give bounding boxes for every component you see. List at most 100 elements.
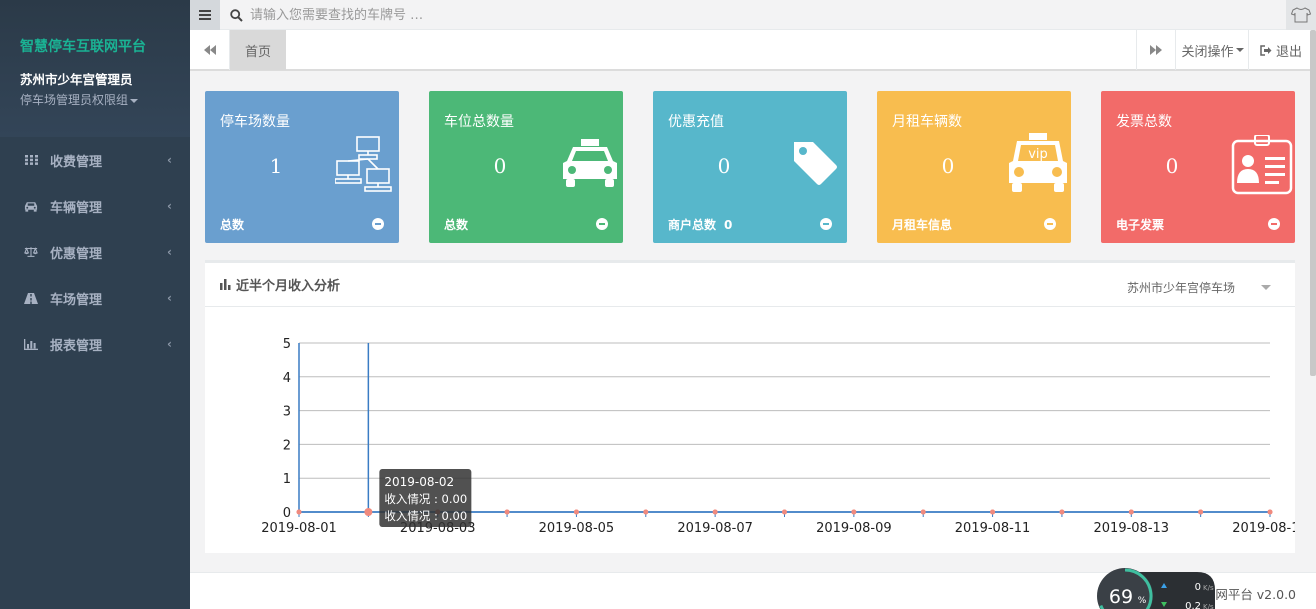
minus-circle-icon[interactable]: [1044, 218, 1056, 230]
card-value: 1: [269, 154, 283, 178]
close-operations-dropdown[interactable]: 关闭操作: [1177, 30, 1249, 70]
panel-header: 近半个月收入分析 苏州市少年宫停车场: [205, 263, 1295, 307]
card-value: 0: [941, 154, 955, 178]
data-point: [782, 509, 787, 515]
sidebar-menu: 收费管理 ‹ 车辆管理 ‹ 优惠管理 ‹ 车场管理 ‹ 报表管理 ‹: [0, 137, 190, 367]
y-tick-label: 5: [283, 337, 291, 352]
x-tick-label: 2019-08-05: [539, 521, 615, 536]
x-tick-label: 2019-08-13: [1094, 521, 1170, 536]
card-footer-label: 总数: [220, 218, 245, 232]
search-icon: [230, 9, 243, 22]
id-card-icon: [1231, 135, 1293, 195]
theme-button[interactable]: [1286, 0, 1316, 30]
taxi-icon: [563, 139, 617, 187]
sidebar-item-label: 车辆管理: [50, 200, 103, 216]
netmon-percent-unit: %: [1138, 596, 1147, 606]
tab-scroll-left-button[interactable]: [190, 30, 230, 70]
card-discount-recharge[interactable]: 优惠充值 0 商户总数 0: [653, 91, 847, 243]
menu-toggle-button[interactable]: [190, 0, 220, 30]
sidebar-item-vehicles[interactable]: 车辆管理 ‹: [0, 183, 190, 229]
logout-button[interactable]: 退出: [1250, 30, 1312, 70]
vip-taxi-icon: vip: [1009, 133, 1067, 192]
data-point: [712, 509, 718, 515]
hamburger-icon: [199, 10, 211, 20]
user-role-label: 停车场管理员权限组: [20, 93, 129, 107]
close-operations-label: 关闭操作: [1181, 44, 1234, 60]
card-invoices[interactable]: 发票总数 0 电子发票: [1101, 91, 1295, 243]
card-footer: 电子发票: [1116, 216, 1164, 233]
card-value: 0: [493, 154, 507, 178]
minus-circle-icon[interactable]: [1268, 218, 1280, 230]
data-point: [851, 509, 857, 515]
netmon-download-unit: K/s: [1203, 603, 1214, 609]
data-point: [920, 509, 926, 515]
card-footer: 月租车信息: [892, 216, 952, 233]
sidebar-item-reports[interactable]: 报表管理 ‹: [0, 321, 190, 367]
card-title: 优惠充值: [668, 114, 724, 130]
card-footer: 总数: [220, 216, 244, 233]
y-tick-label: 4: [283, 371, 291, 386]
chevron-left-icon: ‹: [167, 291, 172, 305]
card-monthly-vehicles[interactable]: 月租车辆数 0 月租车信息 vip: [877, 91, 1071, 243]
minus-circle-icon[interactable]: [596, 218, 608, 230]
card-title: 发票总数: [1116, 114, 1172, 130]
x-tick-label: 2019-08-15: [1232, 521, 1295, 536]
income-line-chart: 0123452019-08-01 2019-08-03 2019-08-05 2019…: [261, 337, 1295, 536]
tag-icon: [794, 142, 837, 185]
chevron-left-icon: ‹: [167, 199, 172, 213]
x-tick-label: 2019-08-07: [677, 521, 753, 536]
income-analysis-panel: 近半个月收入分析 苏州市少年宫停车场 0 1 2 3 4 5 2019-08-01 2019-…: [205, 260, 1295, 553]
user-role-dropdown[interactable]: 停车场管理员权限组: [20, 91, 190, 108]
netmon-download: 0.2: [1185, 601, 1201, 609]
sidebar-item-billing[interactable]: 收费管理 ‹: [0, 137, 190, 183]
brand-title: 智慧停车互联网平台: [20, 39, 146, 55]
tooltip-line: 收入情况 : 0.00: [384, 509, 467, 523]
sign-out-icon: [1260, 44, 1272, 56]
netmon-upload: 0: [1195, 582, 1201, 593]
page-scrollbar[interactable]: [1310, 30, 1316, 376]
sidebar-item-discounts[interactable]: 优惠管理 ‹: [0, 229, 190, 275]
sidebar-item-label: 优惠管理: [50, 246, 103, 262]
card-footer-value: 0: [724, 218, 733, 232]
caret-down-icon: [130, 98, 139, 103]
card-footer-label: 总数: [444, 218, 469, 232]
y-tick-label: 2: [283, 438, 291, 453]
minus-circle-icon[interactable]: [372, 218, 384, 230]
card-parking-spaces[interactable]: 车位总数量 0 总数: [429, 91, 623, 243]
logout-label: 退出: [1275, 44, 1302, 60]
x-tick-label: 2019-08-09: [816, 521, 892, 536]
search-input[interactable]: [250, 4, 850, 26]
data-point: [1267, 509, 1273, 515]
card-parking-lots[interactable]: 停车场数量 1 总数: [205, 91, 399, 243]
data-point: [1059, 509, 1065, 515]
data-point: [990, 509, 996, 515]
tab-scroll-right-button[interactable]: [1136, 30, 1176, 70]
caret-down-icon: [1235, 48, 1244, 52]
chevron-left-icon: ‹: [167, 337, 172, 351]
x-tick-label: 2019-08-01: [261, 521, 337, 536]
tooltip-line: 收入情况 : 0.00: [384, 492, 467, 506]
y-tick-label: 3: [283, 405, 291, 420]
card-footer-label: 电子发票: [1116, 218, 1165, 232]
chevron-left-icon: ‹: [167, 153, 172, 167]
sidebar-profile: 智慧停车互联网平台 苏州市少年宫管理员 停车场管理员权限组: [0, 0, 190, 137]
parking-lot-select[interactable]: 苏州市少年宫停车场: [1127, 279, 1271, 296]
data-point: [1198, 509, 1204, 515]
sidebar-item-parking-lots[interactable]: 车场管理 ‹: [0, 275, 190, 321]
y-tick-label: 1: [283, 472, 291, 487]
netmon-percent: 69: [1109, 586, 1133, 608]
bar-chart-icon: [24, 338, 38, 350]
minus-circle-icon[interactable]: [820, 218, 832, 230]
card-footer-label: 月租车信息: [892, 218, 953, 232]
network-monitor-widget[interactable]: 69 % 0 K/s 0.2 K/s: [1097, 566, 1215, 609]
card-title: 车位总数量: [444, 114, 514, 130]
tabs-bar: 首页 关闭操作 退出: [190, 30, 1312, 71]
data-point: [643, 509, 649, 515]
data-point: [296, 509, 302, 515]
card-value: 0: [717, 154, 731, 178]
card-value: 0: [1165, 154, 1179, 178]
data-point: [504, 509, 510, 515]
card-title: 停车场数量: [220, 114, 290, 130]
y-tick-label: 0: [283, 506, 291, 521]
tab-home[interactable]: 首页: [230, 30, 286, 70]
